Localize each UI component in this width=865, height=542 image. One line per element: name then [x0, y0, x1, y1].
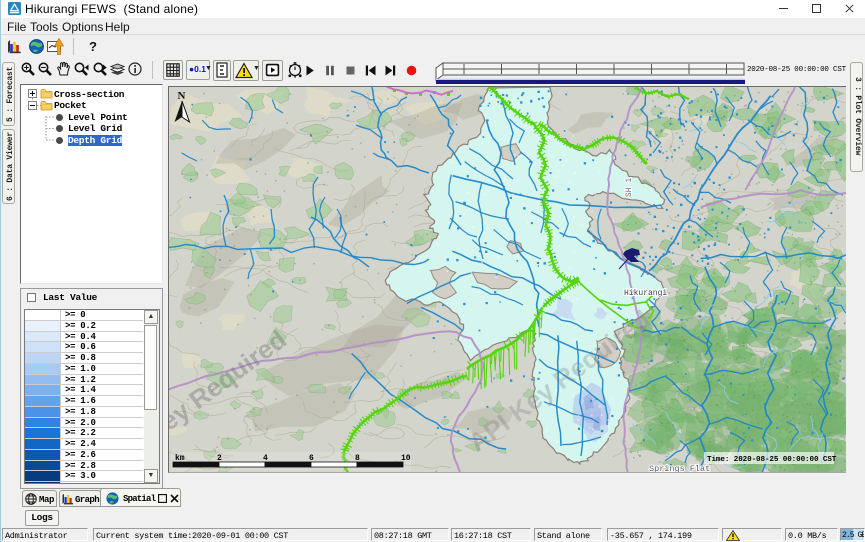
svg-text:Time: 2020-08-25 00:00:00 CST: Time: 2020-08-25 00:00:00 CST	[707, 456, 837, 464]
svg-text:N: N	[178, 90, 186, 102]
svg-text:Springs Flat: Springs Flat	[649, 464, 710, 473]
svg-text:Hikurangi: Hikurangi	[624, 289, 667, 298]
svg-text:SH 1: SH 1	[625, 178, 634, 197]
